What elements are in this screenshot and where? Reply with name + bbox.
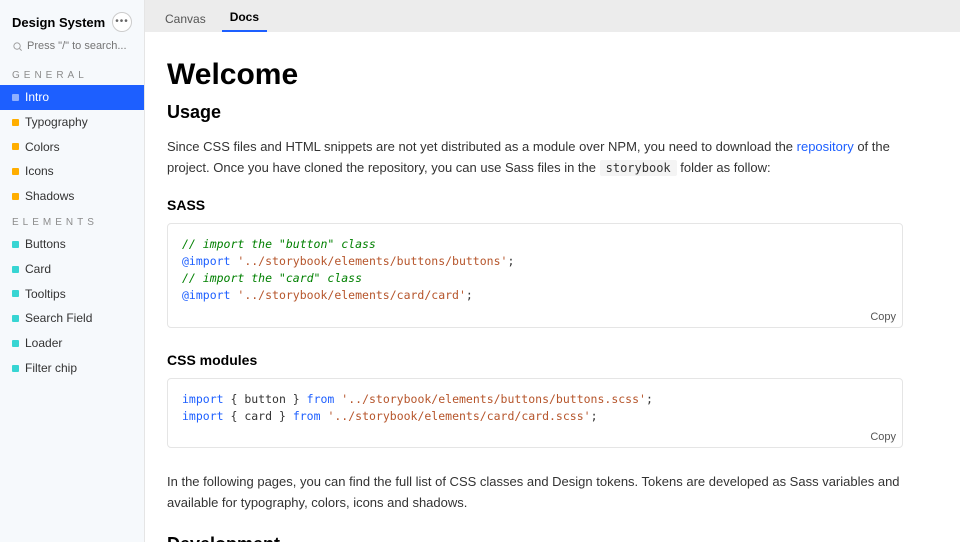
sidebar: Design System ••• GENERAL Intro Typography…: [0, 0, 144, 542]
heading-usage: Usage: [167, 102, 903, 123]
heading-development: Development: [167, 534, 903, 542]
sidebar-item[interactable]: Icons: [0, 159, 144, 184]
tokens-paragraph: In the following pages, you can find the…: [167, 472, 903, 514]
component-icon: [12, 365, 19, 372]
search-icon: [12, 41, 23, 52]
sidebar-item-label: Buttons: [25, 236, 66, 253]
sidebar-item-label: Typography: [25, 114, 88, 131]
sidebar-item[interactable]: Typography: [0, 110, 144, 135]
nav: GENERAL Intro Typography Colors Icons Shadows…: [0, 62, 144, 381]
more-button[interactable]: •••: [112, 12, 132, 32]
sidebar-item-label: Tooltips: [25, 286, 66, 303]
copy-button[interactable]: Copy: [870, 431, 896, 443]
story-icon: [12, 143, 19, 150]
ellipsis-icon: •••: [115, 17, 129, 27]
heading-sass: SASS: [167, 197, 903, 213]
sidebar-item-label: Icons: [25, 163, 54, 180]
story-icon: [12, 168, 19, 175]
heading-cssmodules: CSS modules: [167, 352, 903, 368]
sidebar-header: Design System •••: [0, 0, 144, 40]
story-icon: [12, 94, 19, 101]
sidebar-item-label: Loader: [25, 335, 62, 352]
main: Canvas Docs Welcome Usage Since CSS file…: [144, 0, 960, 542]
sidebar-item-label: Colors: [25, 139, 60, 156]
sidebar-item-label: Shadows: [25, 188, 74, 205]
link-repository[interactable]: repository: [797, 139, 854, 154]
sidebar-item[interactable]: Loader: [0, 331, 144, 356]
tab-canvas[interactable]: Canvas: [157, 6, 214, 32]
sidebar-item[interactable]: Tooltips: [0, 282, 144, 307]
nav-group-label: GENERAL: [0, 62, 144, 85]
codeblock-sass: // import the "button" class @import '..…: [167, 223, 903, 328]
copy-button[interactable]: Copy: [870, 311, 896, 323]
tab-docs[interactable]: Docs: [222, 4, 267, 32]
story-icon: [12, 119, 19, 126]
sidebar-item[interactable]: Intro: [0, 85, 144, 110]
component-icon: [12, 266, 19, 273]
doc: Welcome Usage Since CSS files and HTML s…: [145, 32, 925, 542]
code-folder: storybook: [600, 160, 677, 176]
sidebar-item[interactable]: Colors: [0, 135, 144, 160]
page-title: Welcome: [167, 58, 903, 92]
codeblock-cssmodules: import { button } from '../storybook/ele…: [167, 378, 903, 449]
tabbar: Canvas Docs: [145, 0, 960, 32]
search-input[interactable]: [27, 40, 132, 52]
doc-scroll[interactable]: Welcome Usage Since CSS files and HTML s…: [145, 32, 960, 542]
nav-group-label: ELEMENTS: [0, 209, 144, 232]
component-icon: [12, 241, 19, 248]
usage-paragraph: Since CSS files and HTML snippets are no…: [167, 137, 903, 179]
sidebar-item[interactable]: Filter chip: [0, 356, 144, 381]
component-icon: [12, 340, 19, 347]
sidebar-item-label: Search Field: [25, 310, 92, 327]
sidebar-item[interactable]: Search Field: [0, 306, 144, 331]
sidebar-item[interactable]: Buttons: [0, 232, 144, 257]
search: [0, 40, 144, 62]
component-icon: [12, 290, 19, 297]
sidebar-item-label: Card: [25, 261, 51, 278]
sidebar-item-label: Filter chip: [25, 360, 77, 377]
sidebar-item[interactable]: Card: [0, 257, 144, 282]
sidebar-item-label: Intro: [25, 89, 49, 106]
sidebar-item[interactable]: Shadows: [0, 184, 144, 209]
story-icon: [12, 193, 19, 200]
component-icon: [12, 315, 19, 322]
app-title: Design System: [12, 15, 105, 30]
